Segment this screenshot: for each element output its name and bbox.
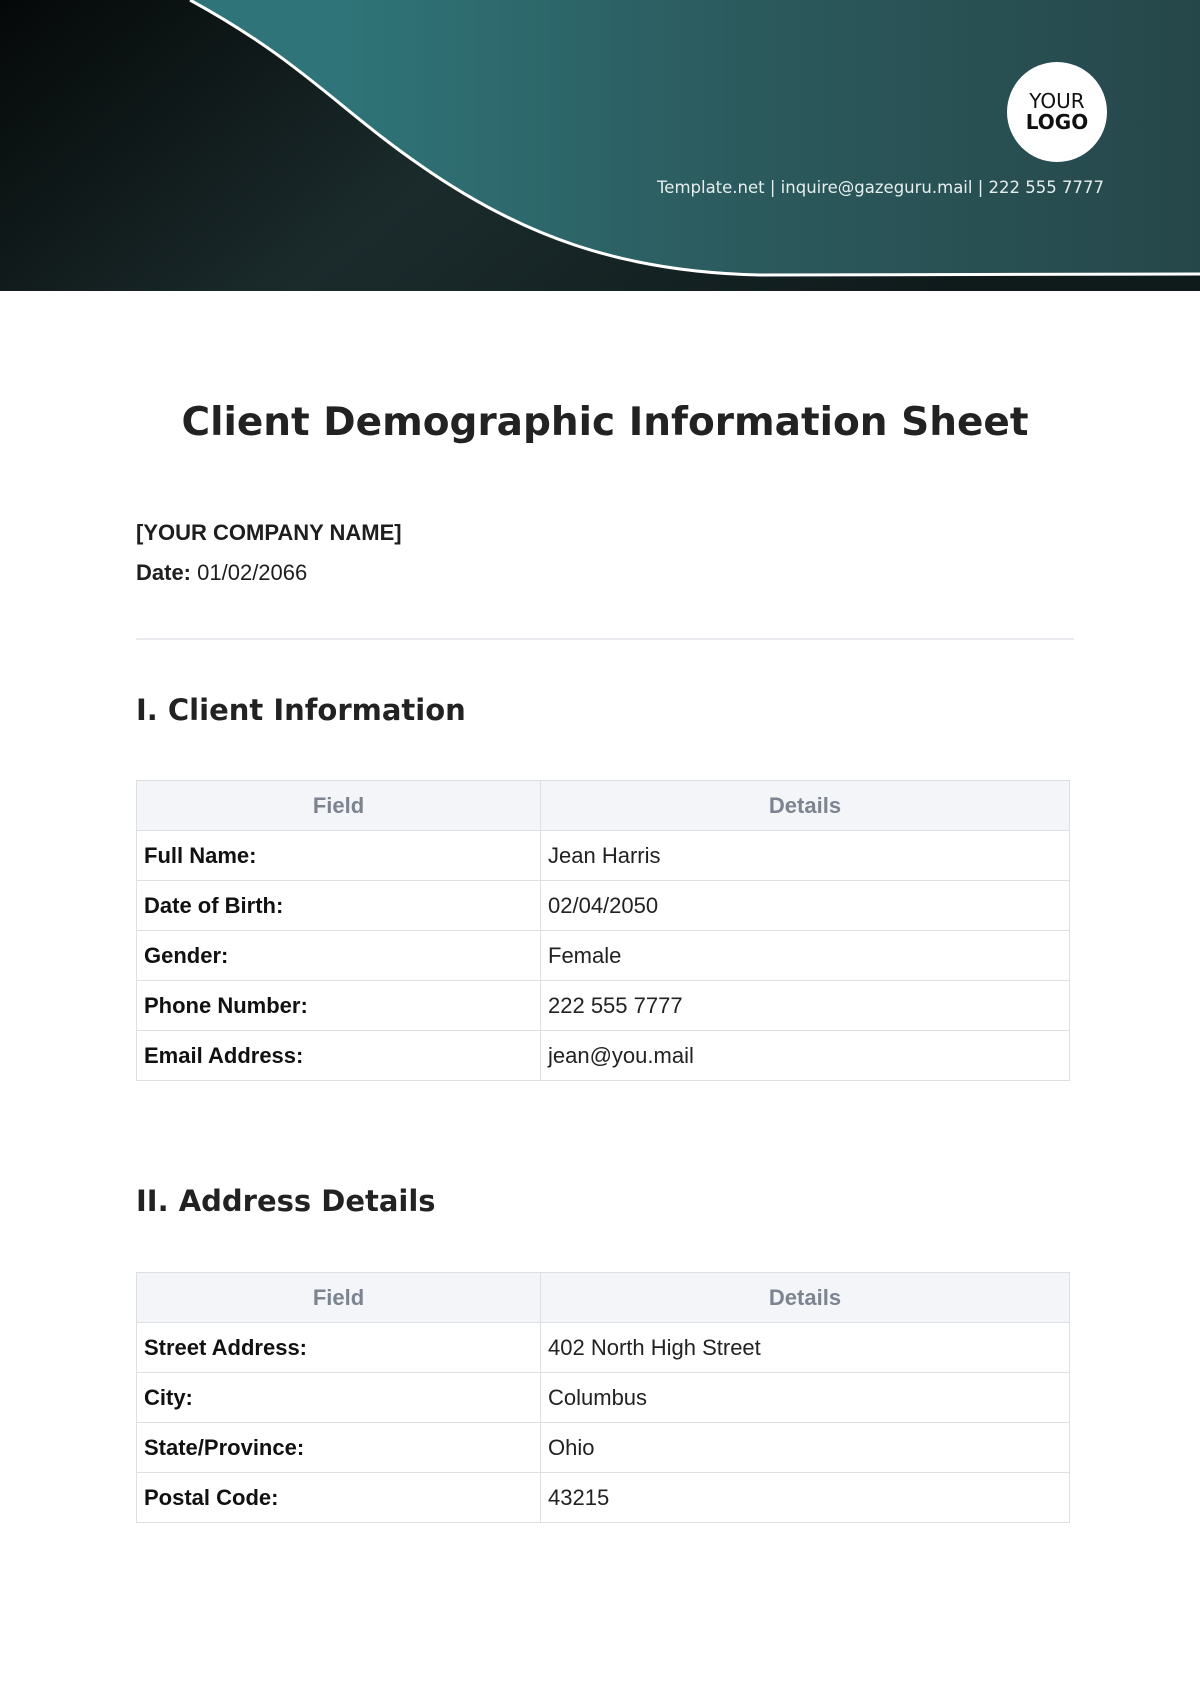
field-label: Email Address: [136,1030,541,1081]
divider [136,638,1074,640]
logo-line-2: LOGO [1025,110,1089,134]
field-value: Female [540,930,1070,981]
column-header-field: Field [136,1272,541,1323]
field-label: State/Province: [136,1422,541,1473]
field-value: 02/04/2050 [540,880,1070,931]
table-row: City: Columbus [136,1372,1070,1423]
client-information-table: Field Details Full Name: Jean Harris Dat… [136,780,1070,1081]
date-label: Date: [136,560,192,585]
field-label: Phone Number: [136,980,541,1031]
section-heading-address-details: II. Address Details [136,1184,436,1218]
table-row: Postal Code: 43215 [136,1472,1070,1523]
table-row: Full Name: Jean Harris [136,830,1070,881]
table-row: Gender: Female [136,930,1070,981]
field-value: Jean Harris [540,830,1070,881]
table-row: State/Province: Ohio [136,1422,1070,1473]
logo-line-1: YOUR [1029,89,1085,113]
date-value: 01/02/2066 [197,560,308,585]
header-banner: YOUR LOGO Template.net | inquire@gazegur… [0,0,1200,291]
contact-info: Template.net | inquire@gazeguru.mail | 2… [657,178,1104,197]
field-value: jean@you.mail [540,1030,1070,1081]
section-heading-client-information: I. Client Information [136,693,466,727]
company-name: [YOUR COMPANY NAME] [136,520,402,545]
table-row: Email Address: jean@you.mail [136,1030,1070,1081]
date-line: Date: 01/02/2066 [136,560,307,586]
address-details-table: Field Details Street Address: 402 North … [136,1272,1070,1523]
company-logo: YOUR LOGO [1007,62,1107,162]
column-header-details: Details [540,1272,1070,1323]
field-label: Postal Code: [136,1472,541,1523]
column-header-details: Details [540,780,1070,831]
table-row: Phone Number: 222 555 7777 [136,980,1070,1031]
table-row: Street Address: 402 North High Street [136,1322,1070,1373]
field-value: 43215 [540,1472,1070,1523]
column-header-field: Field [136,780,541,831]
field-label: Date of Birth: [136,880,541,931]
field-value: 402 North High Street [540,1322,1070,1373]
table-header-row: Field Details [136,1272,1070,1323]
field-value: 222 555 7777 [540,980,1070,1031]
field-label: City: [136,1372,541,1423]
field-value: Columbus [540,1372,1070,1423]
field-label: Full Name: [136,830,541,881]
table-row: Date of Birth: 02/04/2050 [136,880,1070,931]
field-label: Gender: [136,930,541,981]
field-value: Ohio [540,1422,1070,1473]
page-title: Client Demographic Information Sheet [181,400,1029,445]
field-label: Street Address: [136,1322,541,1373]
table-header-row: Field Details [136,780,1070,831]
